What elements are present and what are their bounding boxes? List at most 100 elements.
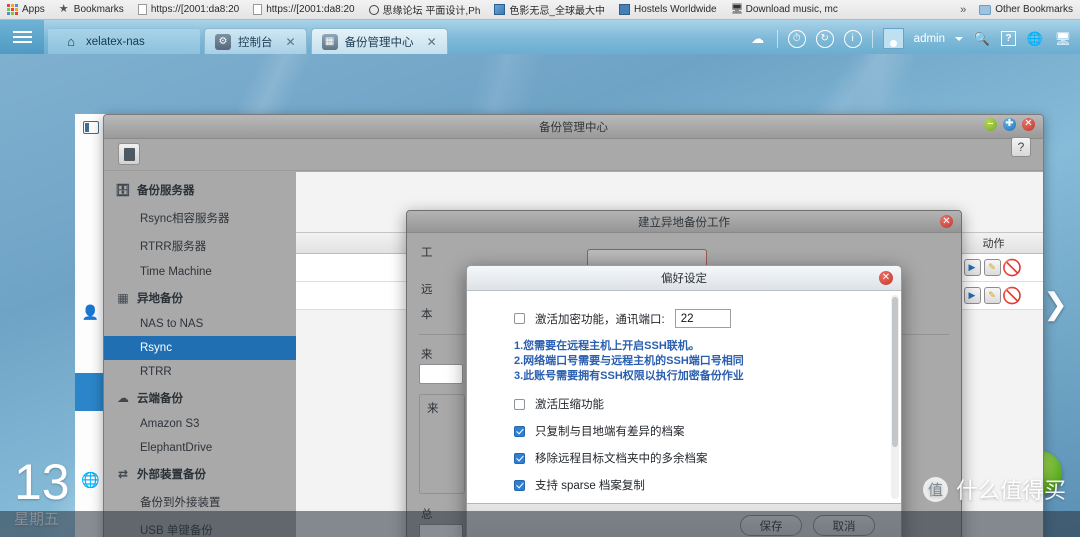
sidebar-group-external-device[interactable]: ⇄ 外部装置备份: [104, 460, 296, 488]
monitor-icon[interactable]: 🖥: [1054, 30, 1072, 48]
close-icon[interactable]: ✕: [427, 35, 437, 49]
stop-icon[interactable]: 🚫: [1002, 287, 1022, 305]
remove-extra-label: 移除远程目标文档夹中的多余档案: [535, 453, 708, 465]
help-icon[interactable]: ?: [1001, 31, 1016, 46]
bookmark-label: Hostels Worldwide: [633, 4, 717, 15]
job-field-label-job: 工: [421, 247, 433, 259]
window-title: 备份管理中心: [539, 121, 608, 134]
sidebar-group-backup-server[interactable]: 🗄 备份服务器: [104, 176, 296, 204]
page-icon: [253, 4, 263, 15]
cloud-icon[interactable]: ☁: [749, 30, 767, 48]
stop-icon[interactable]: 🚫: [1002, 259, 1022, 277]
note-line: 3.此账号需要拥有SSH权限以执行加密备份作业: [514, 370, 744, 382]
sidebar-item-time-machine[interactable]: Time Machine: [104, 260, 296, 284]
dialog-title: 建立异地备份工作: [638, 216, 730, 229]
port-input[interactable]: 22: [674, 309, 731, 328]
help-button[interactable]: ?: [1011, 137, 1031, 157]
bookmark-bookmarks[interactable]: ★ Bookmarks: [52, 0, 131, 20]
nav-home-tab[interactable]: ⌂ xelatex-nas: [48, 28, 200, 54]
bookmark-link-1[interactable]: https://[2001:da8:20: [131, 0, 246, 20]
page-icon: [137, 4, 147, 15]
bookmark-xitek[interactable]: 色影无忌_全球最大中: [487, 0, 612, 20]
bookmark-download-music[interactable]: 🖥 Download music, mc: [724, 0, 845, 20]
bookmark-siyuan[interactable]: 思缘论坛 平面设计,Ph: [362, 0, 488, 20]
sidebar-group-remote-backup[interactable]: ▦ 异地备份: [104, 284, 296, 312]
job-source-field[interactable]: [419, 364, 463, 384]
maximize-icon[interactable]: ✚: [1003, 118, 1016, 131]
chevron-down-icon[interactable]: [955, 36, 963, 41]
job-field-label-source: 来: [421, 349, 433, 361]
dock-user-icon[interactable]: 👤: [82, 304, 99, 321]
tab-backup-station[interactable]: ▦ 备份管理中心 ✕: [310, 28, 448, 54]
window-controls: – ✚ ✕: [984, 118, 1035, 131]
sidebar-item-rsync[interactable]: Rsync: [104, 336, 296, 360]
scrollbar-thumb[interactable]: [892, 297, 898, 447]
bookmark-link-2[interactable]: https://[2001:da8:20: [246, 0, 361, 20]
other-bookmarks-folder[interactable]: Other Bookmarks: [972, 0, 1080, 20]
close-icon[interactable]: ✕: [1022, 118, 1035, 131]
dock-panel-toggle[interactable]: [80, 118, 102, 136]
sidebar-group-cloud-backup[interactable]: ☁ 云端备份: [104, 384, 296, 412]
compression-label: 激活压缩功能: [535, 399, 604, 411]
dock-selection-highlight[interactable]: [74, 373, 107, 411]
sidebar-item-nas-to-nas[interactable]: NAS to NAS: [104, 312, 296, 336]
edit-icon[interactable]: ✎: [983, 287, 1001, 304]
remove-extra-checkbox[interactable]: [514, 452, 525, 464]
preferences-titlebar[interactable]: 偏好设定 ✕: [467, 266, 901, 291]
desktop-taskbar[interactable]: [0, 511, 1080, 537]
close-icon[interactable]: ✕: [940, 215, 953, 228]
job-dialog-titlebar[interactable]: 建立异地备份工作 ✕: [407, 211, 961, 233]
bookmark-apps[interactable]: Apps: [0, 0, 52, 20]
encryption-checkbox[interactable]: [514, 313, 525, 324]
hamburger-icon[interactable]: [0, 20, 44, 54]
server-icon: 🗄: [115, 183, 131, 197]
circle-slash-icon: [368, 4, 379, 15]
next-page-arrow-icon[interactable]: ❯: [1043, 290, 1068, 320]
backup-window-titlebar[interactable]: 备份管理中心 – ✚ ✕: [104, 115, 1043, 139]
close-icon[interactable]: ✕: [286, 35, 296, 49]
refresh-device-icon[interactable]: ↻: [815, 29, 834, 48]
watermark-badge: 值: [922, 476, 948, 502]
compression-checkbox[interactable]: [514, 398, 525, 410]
monitor-icon: 🖥: [730, 4, 744, 15]
sidebar-group-label: 云端备份: [137, 393, 183, 405]
clock-icon[interactable]: ⏱: [787, 29, 806, 48]
option-row-sparse[interactable]: 支持 sparse 档案复制: [514, 477, 891, 493]
minimize-icon[interactable]: –: [984, 118, 997, 131]
option-row-compression[interactable]: 激活压缩功能: [514, 396, 891, 412]
bookmark-overflow-button[interactable]: »: [954, 4, 972, 16]
bookmark-label: Bookmarks: [73, 4, 124, 15]
bookmark-label: Download music, mc: [745, 4, 838, 15]
sidebar-item-rtrr[interactable]: RTRR: [104, 360, 296, 384]
sidebar-item-rsync-server[interactable]: Rsync相容服务器: [104, 204, 296, 232]
sidebar-item-elephantdrive[interactable]: ElephantDrive: [104, 436, 296, 460]
sparse-checkbox[interactable]: [514, 479, 525, 491]
bookmark-hostels[interactable]: Hostels Worldwide: [612, 0, 724, 20]
globe-icon[interactable]: 🌐: [1026, 30, 1044, 48]
bookmark-label: Apps: [22, 4, 45, 15]
search-icon[interactable]: 🔍: [973, 30, 991, 48]
job-field-label-local: 本: [421, 309, 433, 321]
bookmark-label: 色影无忌_全球最大中: [509, 6, 605, 17]
close-icon[interactable]: ✕: [879, 271, 893, 285]
sync-arrows-icon: ⇄: [117, 467, 129, 481]
option-row-encryption[interactable]: 激活加密功能，通讯端口: 22: [514, 309, 891, 328]
date-number: 13: [14, 454, 70, 510]
sidebar-item-amazon-s3[interactable]: Amazon S3: [104, 412, 296, 436]
backup-station-window: 备份管理中心 – ✚ ✕ ? 🗄 备份服务器 Rsync相容服务器 RTRR服务…: [103, 114, 1044, 537]
avatar[interactable]: [882, 28, 904, 49]
option-row-remove-extra[interactable]: 移除远程目标文档夹中的多余档案: [514, 450, 891, 466]
option-row-diff-only[interactable]: 只复制与目地端有差异的档案: [514, 423, 891, 439]
job-field-label-remote: 远: [421, 284, 433, 296]
info-icon[interactable]: i: [843, 29, 862, 48]
sidebar-item-rtrr-server[interactable]: RTRR服务器: [104, 232, 296, 260]
edit-icon[interactable]: ✎: [983, 259, 1001, 276]
home-icon: ⌂: [67, 34, 75, 49]
play-icon[interactable]: ▶: [963, 287, 981, 304]
diff-only-checkbox[interactable]: [514, 425, 525, 437]
preferences-scrollbar[interactable]: [891, 295, 899, 499]
play-icon[interactable]: ▶: [963, 259, 981, 276]
qts-desktop: 13 星期五 ❯ 👤 🌐 备份管理中心 – ✚ ✕ ? 🗄 备份: [0, 54, 1080, 537]
dock-globe-icon[interactable]: 🌐: [81, 471, 100, 489]
tab-control-panel[interactable]: ⚙ 控制台 ✕: [204, 28, 307, 54]
